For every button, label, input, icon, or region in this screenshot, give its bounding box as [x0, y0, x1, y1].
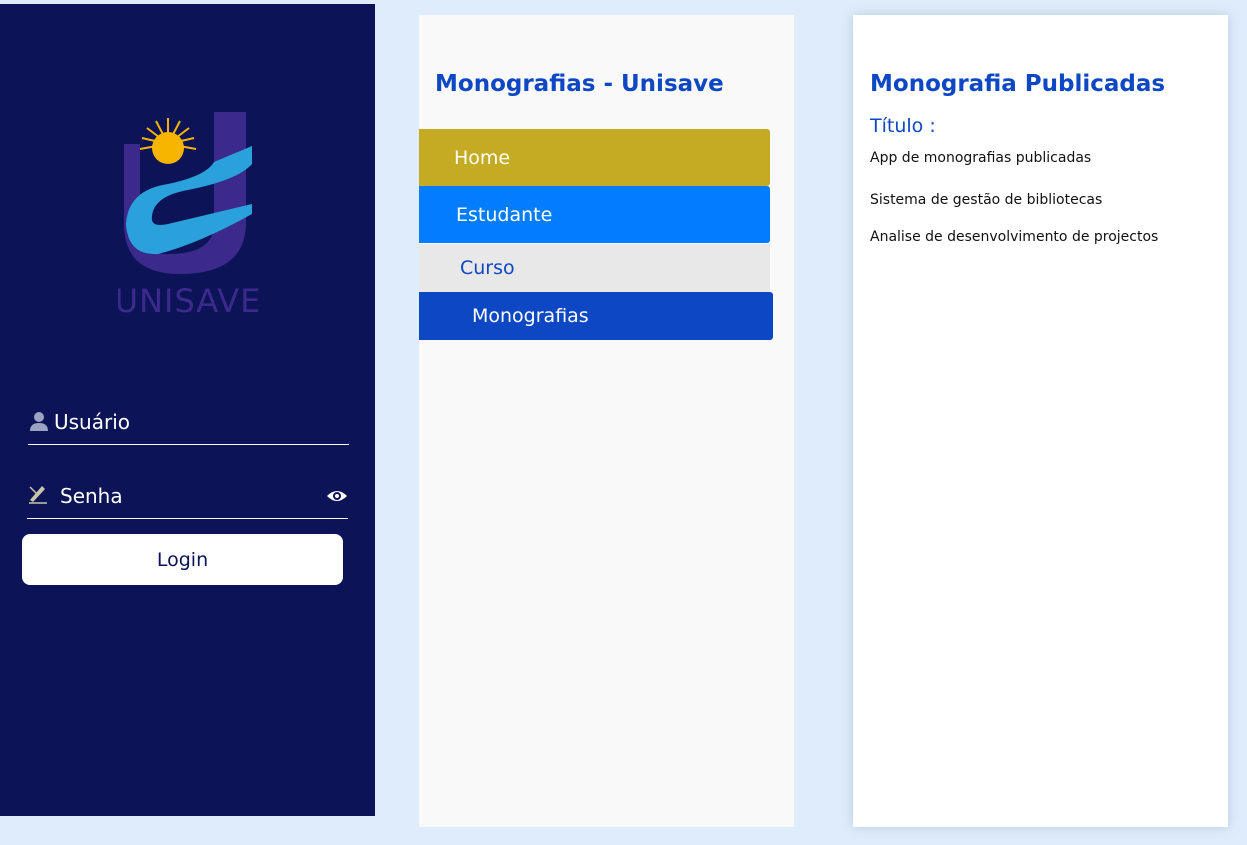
menu-title: Monografias - Unisave: [435, 71, 724, 97]
unisave-logo: UNISAVE: [118, 112, 258, 320]
list-item[interactable]: Sistema de gestão de bibliotecas: [870, 192, 1102, 208]
content-panel: Monografia Publicadas Título : App de mo…: [853, 15, 1228, 827]
eye-icon[interactable]: [326, 488, 348, 504]
menu-item-curso[interactable]: Curso: [419, 244, 770, 292]
menu-item-label: Home: [454, 146, 511, 169]
password-placeholder: Senha: [60, 484, 123, 508]
user-icon: [30, 412, 48, 431]
menu-item-estudante[interactable]: Estudante: [419, 186, 770, 243]
login-panel: UNISAVE Usuário Senha Login: [0, 4, 375, 816]
menu-item-home[interactable]: Home: [419, 129, 770, 186]
pen-icon: [29, 486, 47, 504]
menu-item-monografias[interactable]: Monografias: [419, 292, 773, 340]
password-field[interactable]: Senha: [27, 478, 348, 519]
page-title: Monografia Publicadas: [870, 71, 1166, 97]
menu-item-label: Monografias: [472, 305, 589, 327]
section-label: Título :: [870, 115, 936, 137]
menu-item-label: Curso: [460, 257, 515, 279]
username-placeholder: Usuário: [54, 410, 131, 434]
menu-panel: Monografias - Unisave Home Estudante Cur…: [419, 15, 794, 827]
logo-text: UNISAVE: [118, 282, 258, 320]
menu-item-label: Estudante: [456, 203, 553, 226]
list-item[interactable]: Analise de desenvolvimento de projectos: [870, 229, 1158, 245]
username-field[interactable]: Usuário: [28, 406, 349, 445]
login-button[interactable]: Login: [22, 534, 343, 585]
list-item[interactable]: App de monografias publicadas: [870, 150, 1091, 166]
